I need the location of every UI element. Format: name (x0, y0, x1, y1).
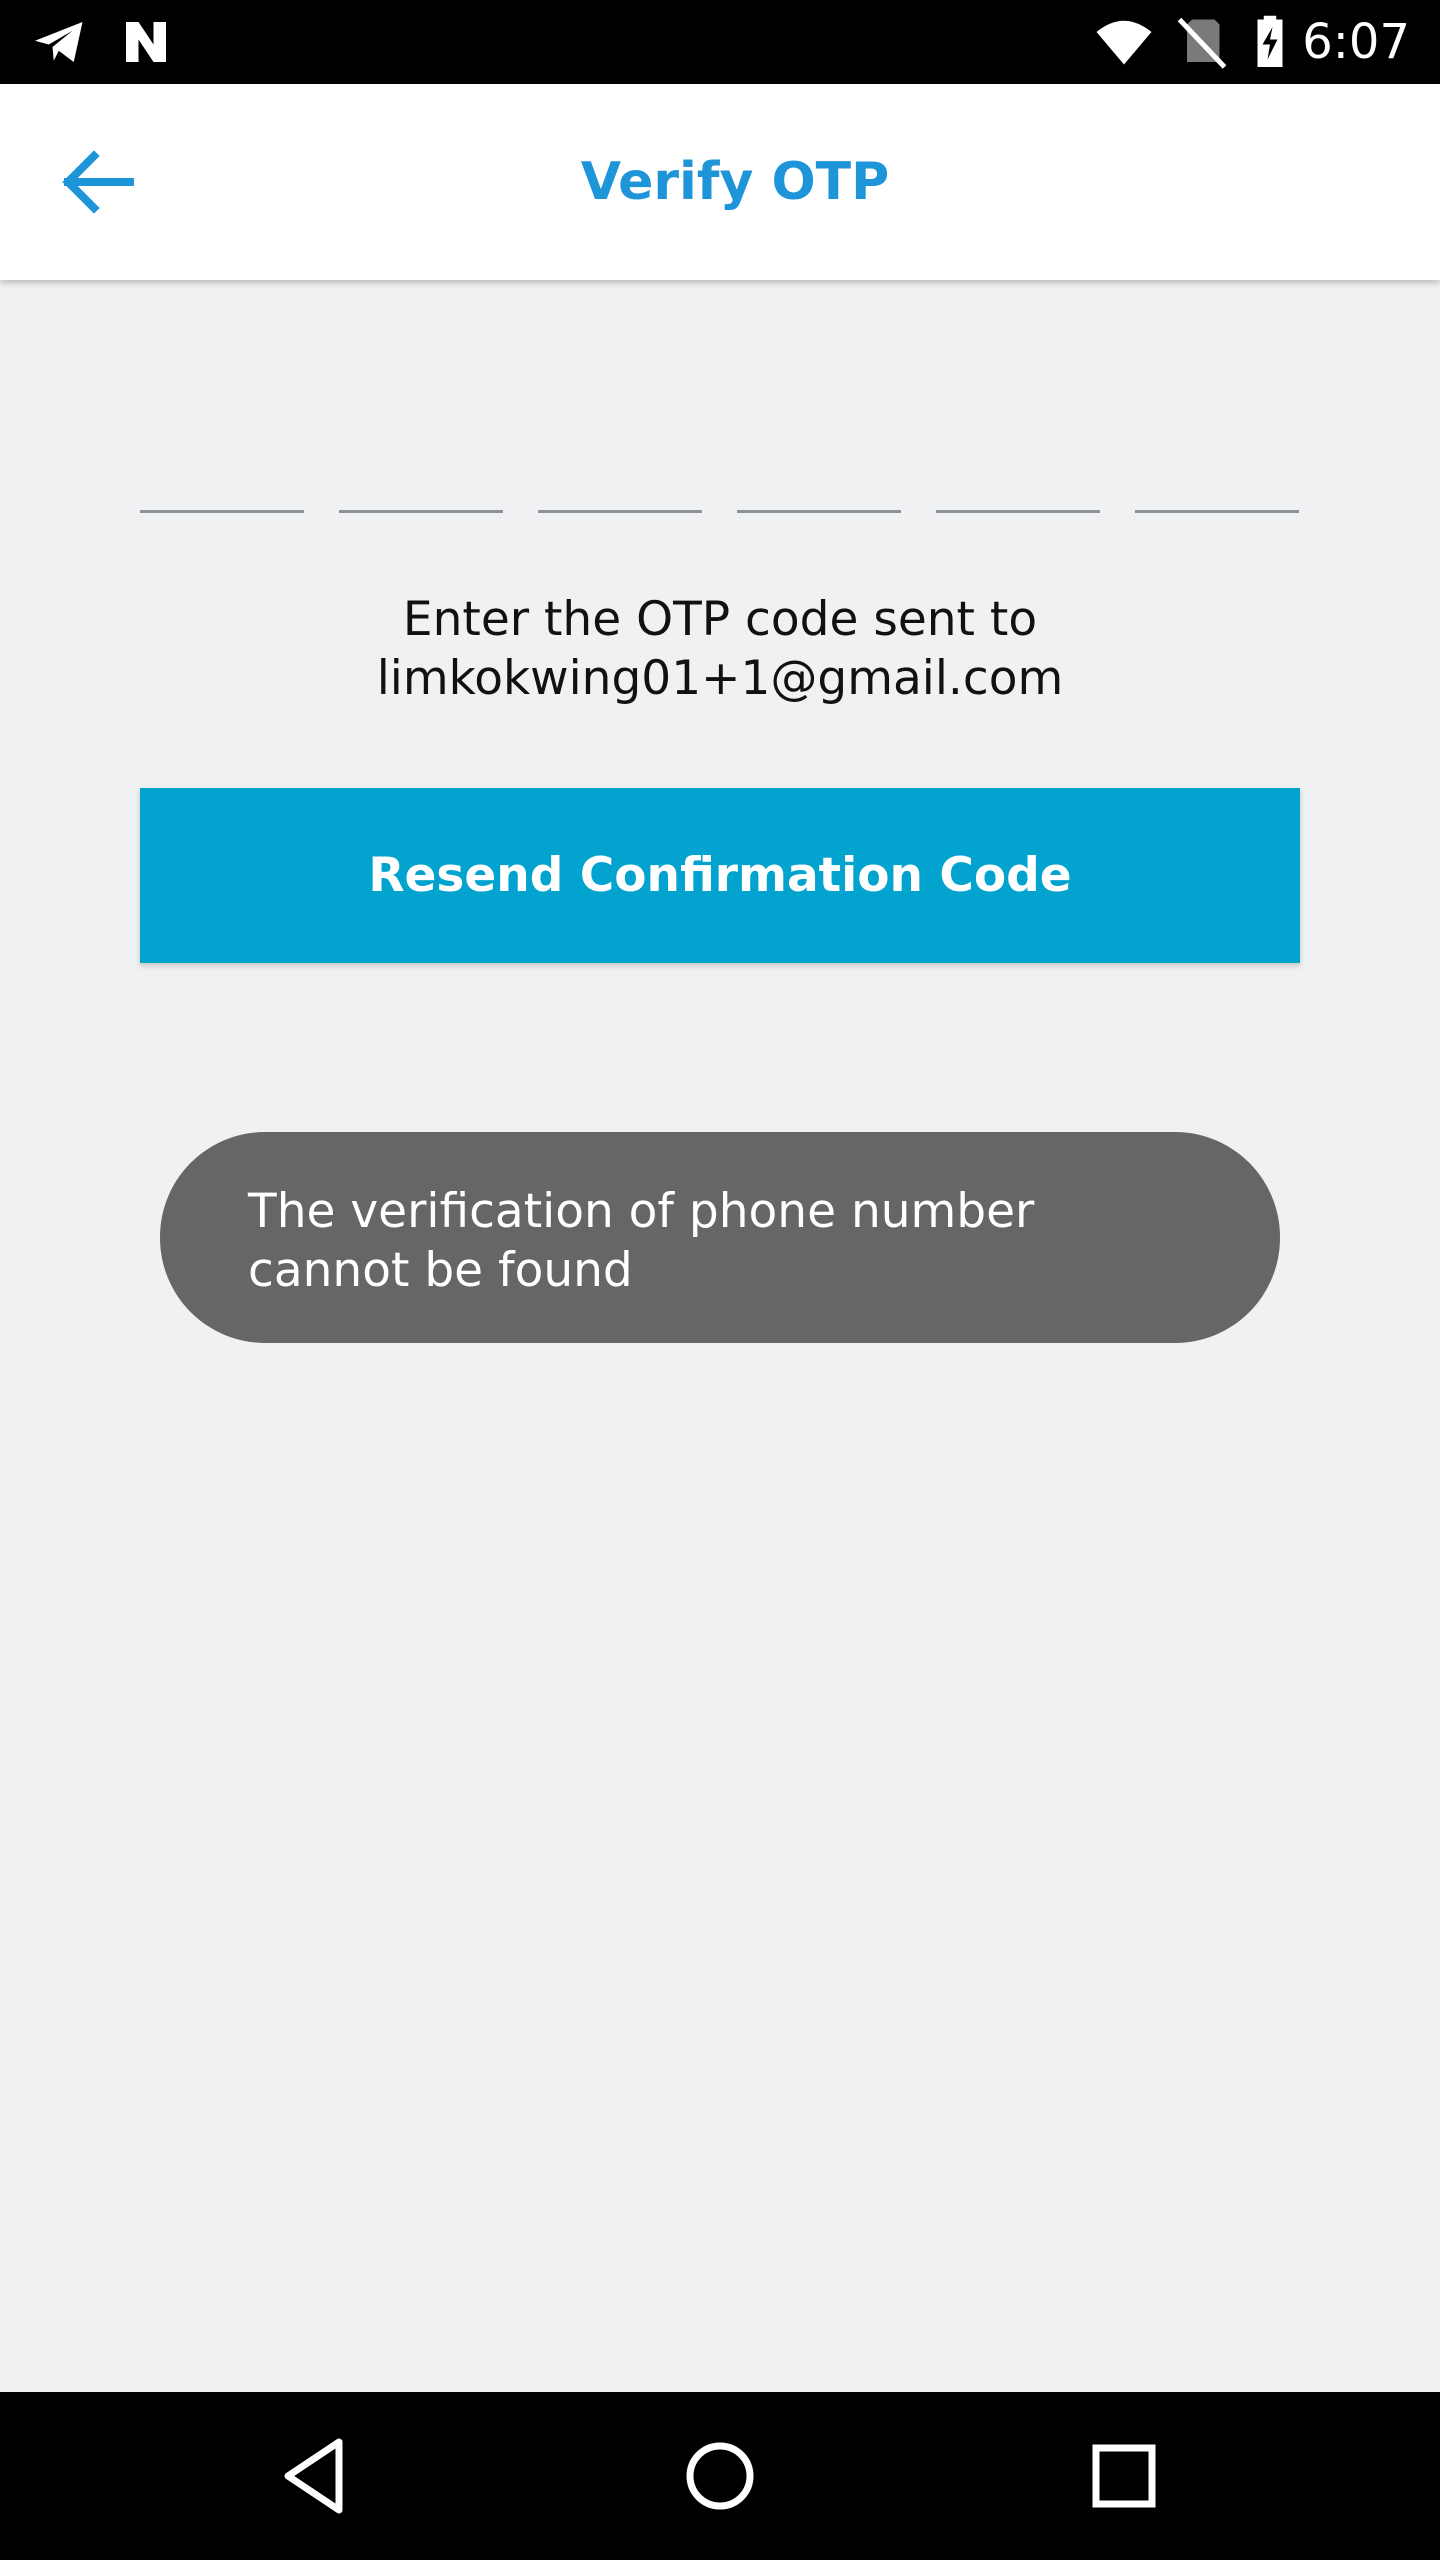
app-bar: Verify OTP (0, 84, 1440, 280)
n-notification-icon (116, 12, 176, 72)
home-circle-icon (670, 2426, 770, 2526)
instruction-text: Enter the OTP code sent to (402, 592, 1038, 647)
nav-home-button[interactable] (670, 2426, 770, 2526)
telegram-icon (30, 12, 90, 72)
email-address: limkokwing01+1@gmail.com (376, 651, 1064, 706)
otp-input-group (140, 430, 1300, 514)
otp-digit-5[interactable] (936, 430, 1100, 513)
toast-message-line-1: The verification of phone number (248, 1184, 1035, 1239)
error-toast: The verification of phone number cannot … (160, 1132, 1280, 1343)
otp-digit-2[interactable] (339, 430, 503, 513)
otp-instruction: Enter the OTP code sent to limkokwing01+… (100, 590, 1340, 708)
battery-charging-icon (1240, 12, 1300, 72)
nav-recents-button[interactable] (1074, 2426, 1174, 2526)
recents-square-icon (1074, 2426, 1174, 2526)
nav-back-button[interactable] (266, 2426, 366, 2526)
page-title: Verify OTP (580, 152, 890, 212)
otp-digit-4[interactable] (737, 430, 901, 513)
no-sim-icon (1172, 12, 1232, 72)
status-time: 6:07 (1302, 14, 1410, 70)
otp-digit-1[interactable] (140, 430, 304, 513)
wifi-icon (1094, 12, 1154, 72)
back-triangle-icon (266, 2426, 366, 2526)
toast-message-line-2: cannot be found (248, 1243, 633, 1298)
otp-digit-3[interactable] (538, 430, 702, 513)
otp-digit-6[interactable] (1135, 430, 1299, 513)
navigation-bar (0, 2392, 1440, 2560)
resend-code-button[interactable]: Resend Confirmation Code (140, 788, 1300, 963)
status-bar: 6:07 (0, 0, 1440, 84)
